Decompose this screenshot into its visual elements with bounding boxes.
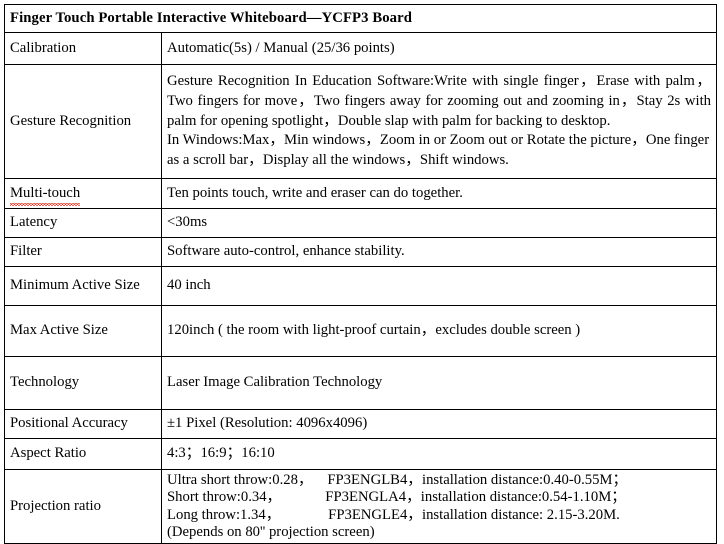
page-title: Finger Touch Portable Interactive Whiteb… [3,4,718,33]
table-row: Projection ratio Ultra short throw:0.28，… [4,468,718,544]
table-row: Technology Laser Image Calibration Techn… [4,356,718,410]
row-label-multi-touch: Multi-touch [4,178,162,209]
table-row: Calibration Automatic(5s) / Manual (25/3… [4,32,718,65]
row-value-latency: <30ms [160,208,718,238]
table-row: Gesture Recognition Gesture Recognition … [4,64,718,179]
projection-line-long-throw: Long throw:1.34， FP3ENGLE4，installation … [167,506,620,523]
row-label-latency: Latency [4,208,162,238]
table-row-title: Finger Touch Portable Interactive Whiteb… [3,4,718,33]
table-row: Aspect Ratio 4:3；16:9；16:10 [4,438,718,470]
table-row: Latency <30ms [4,208,718,238]
row-value-multi-touch: Ten points touch, write and eraser can d… [160,178,718,209]
row-value-projection-ratio: Ultra short throw:0.28， FP3ENGLB4，instal… [160,468,718,544]
row-value-positional-accuracy: ±1 Pixel (Resolution: 4096x4096) [160,409,718,439]
table-row: Multi-touch Ten points touch, write and … [4,178,718,209]
document-page: Finger Touch Portable Interactive Whiteb… [0,0,724,544]
table-row: Minimum Active Size 40 inch [4,266,718,306]
row-label-projection-ratio: Projection ratio [4,468,162,544]
specification-table: Finger Touch Portable Interactive Whiteb… [3,4,718,544]
gesture-paragraph-education-software: Gesture Recognition In Education Softwar… [167,72,712,129]
row-value-calibration: Automatic(5s) / Manual (25/36 points) [160,32,718,65]
row-value-gesture-recognition: Gesture Recognition In Education Softwar… [160,64,718,179]
row-value-aspect-ratio: 4:3；16:9；16:10 [160,438,718,470]
projection-line-short-throw: Short throw:0.34， FP3ENGLA4，installation… [167,489,626,506]
row-label-max-active-size: Max Active Size [4,305,162,357]
row-value-minimum-active-size: 40 inch [160,266,718,306]
row-label-calibration: Calibration [4,32,162,65]
projection-line-note: (Depends on 80'' projection screen) [167,524,375,541]
row-label-positional-accuracy: Positional Accuracy [4,409,162,439]
row-label-aspect-ratio: Aspect Ratio [4,438,162,470]
gesture-paragraph-windows: In Windows:Max，Min windows，Zoom in or Zo… [167,132,710,169]
row-label-filter: Filter [4,237,162,267]
row-value-max-active-size: 120inch ( the room with light-proof curt… [160,305,718,357]
spellcheck-underline-multi-touch: Multi-touch [10,184,81,207]
row-label-technology: Technology [4,356,162,410]
table-row: Max Active Size 120inch ( the room with … [4,305,718,357]
projection-line-ultra-short-throw: Ultra short throw:0.28， FP3ENGLB4，instal… [167,472,628,488]
row-label-minimum-active-size: Minimum Active Size [4,266,162,306]
row-value-filter: Software auto-control, enhance stability… [160,237,718,267]
table-row: Filter Software auto-control, enhance st… [4,237,718,267]
row-value-technology: Laser Image Calibration Technology [160,356,718,410]
table-row: Positional Accuracy ±1 Pixel (Resolution… [4,409,718,439]
row-label-gesture-recognition: Gesture Recognition [4,64,162,179]
